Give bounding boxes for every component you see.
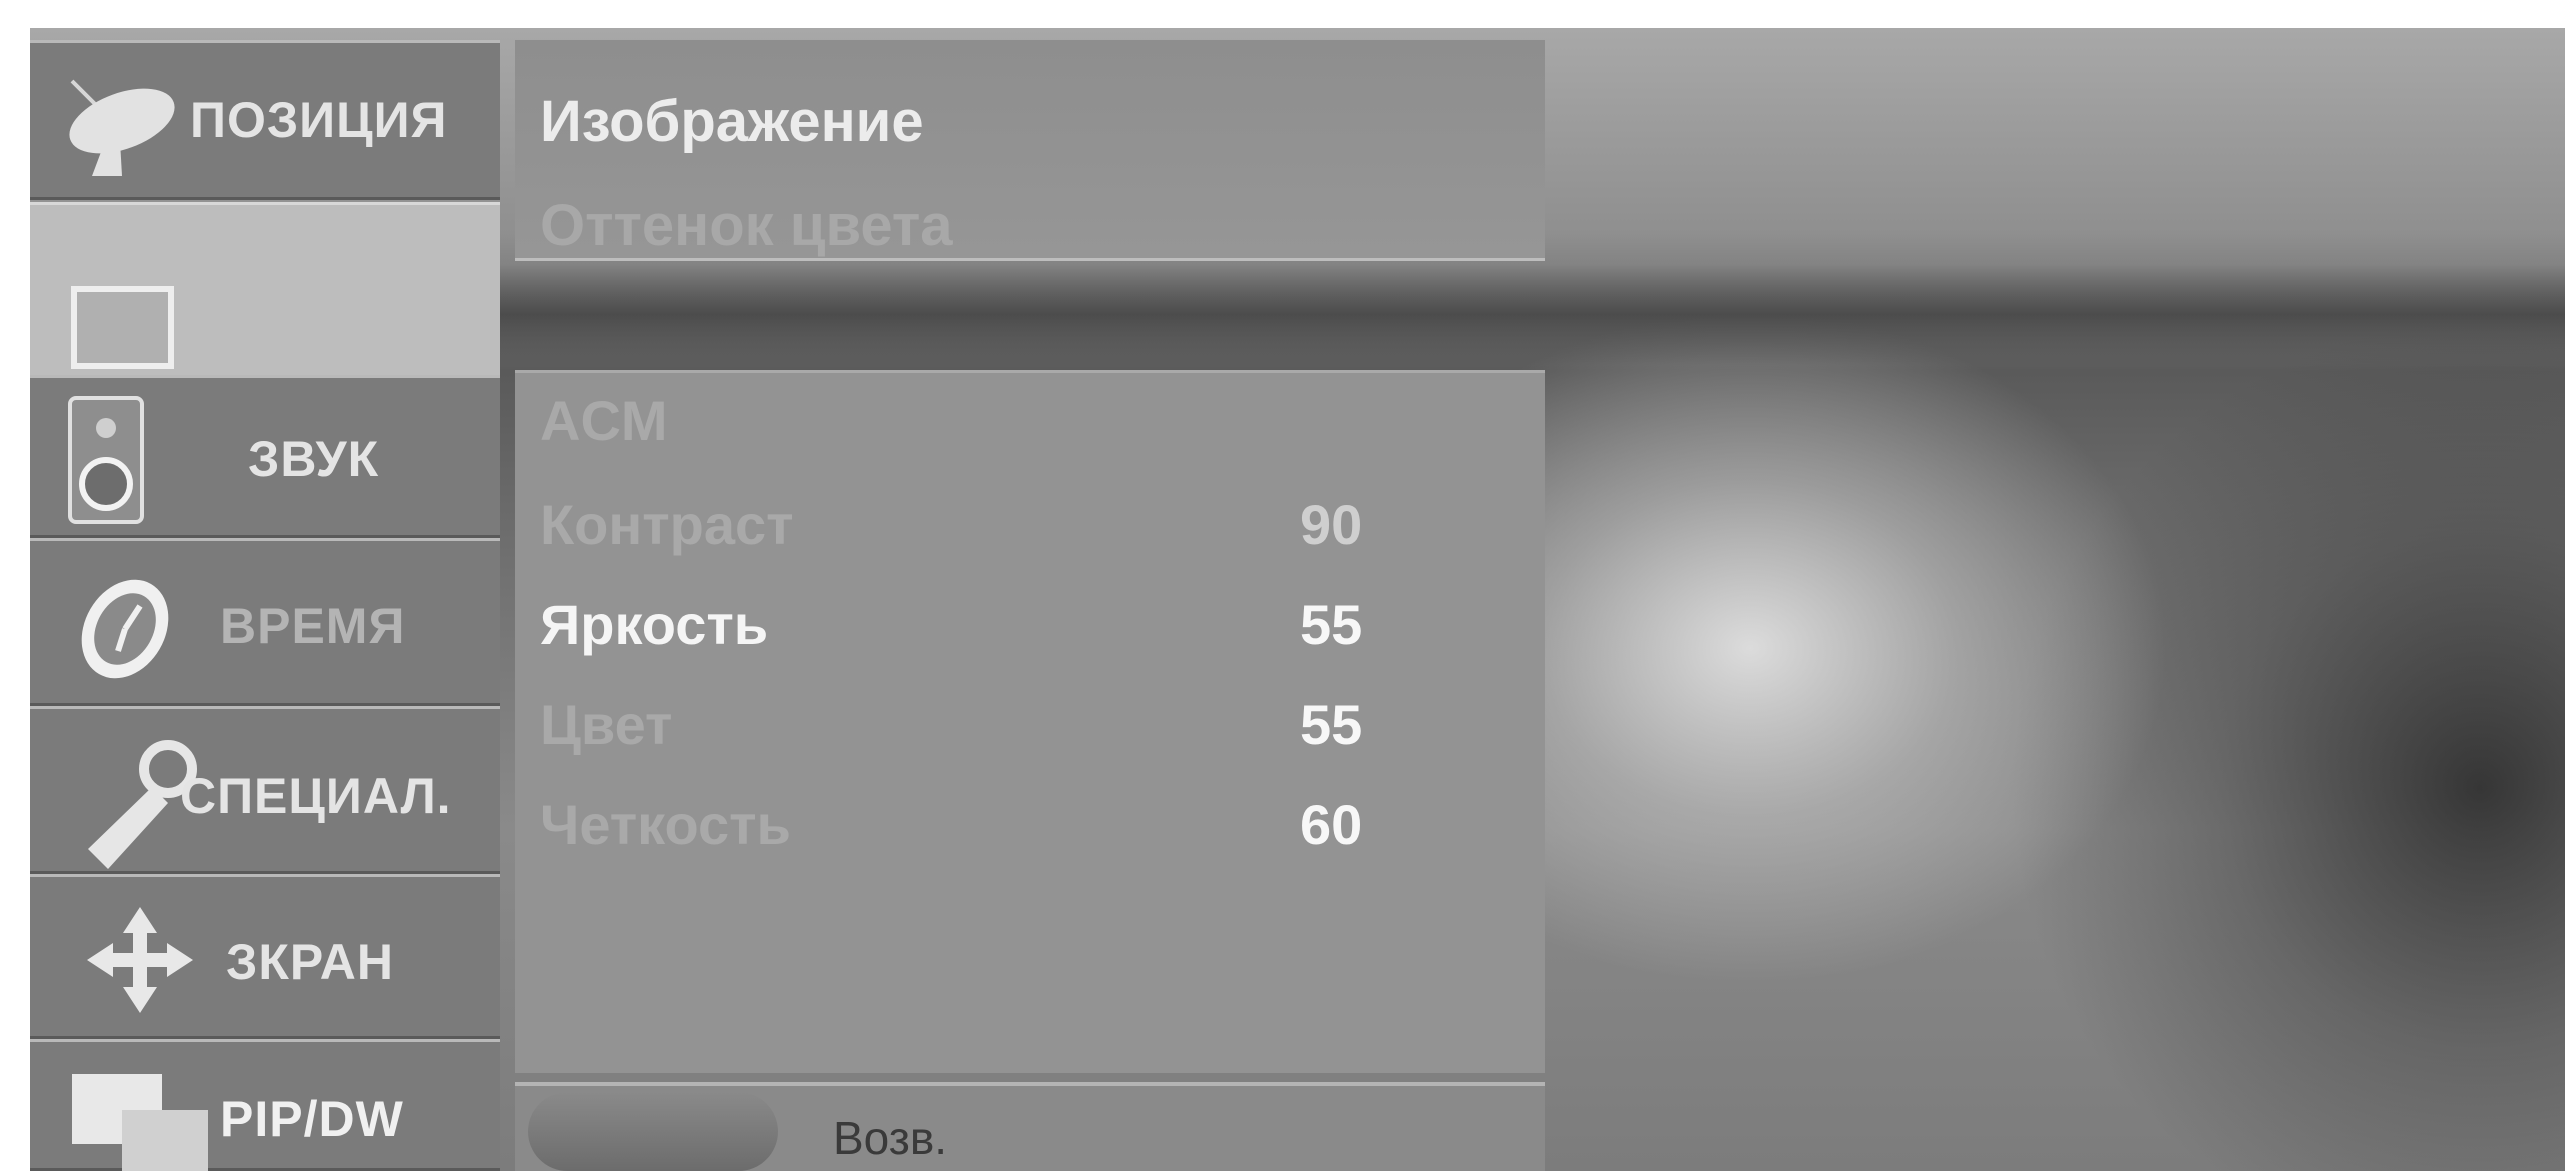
speaker-icon [68, 396, 144, 524]
sidebar-item-special[interactable]: СПЕЦИАЛ. [30, 706, 500, 874]
sidebar-item-label: PIP/DW [220, 1091, 404, 1147]
menu-item-brightness[interactable]: Яркость [540, 592, 768, 657]
sidebar-item-label: ВРЕМЯ [220, 598, 406, 654]
sidebar-item-pip[interactable]: PIP/DW [30, 1039, 500, 1171]
color-value: 55 [1300, 693, 1363, 756]
menu-item-color-tone[interactable]: Оттенок цвета [540, 192, 953, 259]
picture-icon [71, 286, 174, 369]
satellite-dish-icon [69, 79, 175, 176]
clock-icon [81, 579, 169, 679]
sidebar-item-label: СПЕЦИАЛ. [180, 768, 452, 824]
back-button[interactable] [528, 1092, 778, 1171]
move-arrows-icon [87, 907, 193, 1013]
sidebar-item-label: ПОЗИЦИЯ [190, 92, 448, 148]
sidebar-item-label: ЗВУК [248, 431, 380, 487]
sidebar-item-sound[interactable]: ЗВУК [30, 375, 500, 538]
sidebar: ПОЗИЦИЯ ЗВУК ВРЕМЯ СПЕЦИАЛ. ЗКРАН PIP/DW [30, 40, 500, 1171]
menu-item-contrast[interactable]: Контраст [540, 492, 794, 557]
menu-item-color[interactable]: Цвет [540, 692, 672, 757]
pip-icon [72, 1074, 208, 1171]
sidebar-item-time[interactable]: ВРЕМЯ [30, 538, 500, 706]
menu-item-acm[interactable]: ACM [540, 388, 668, 453]
contrast-value: 90 [1300, 493, 1363, 556]
sidebar-item-screen[interactable]: ЗКРАН [30, 874, 500, 1039]
back-label: Возв. [833, 1112, 948, 1164]
menu-item-sharpness[interactable]: Четкость [540, 792, 791, 857]
sidebar-item-label: ЗКРАН [226, 934, 395, 990]
brightness-value: 55 [1300, 593, 1363, 656]
sharpness-value: 60 [1300, 793, 1363, 856]
sidebar-item-position[interactable]: ПОЗИЦИЯ [30, 40, 500, 200]
tv-osd-screen: ПОЗИЦИЯ ЗВУК ВРЕМЯ СПЕЦИАЛ. ЗКРАН PIP/DW… [0, 0, 2565, 1171]
menu-title: Изображение [540, 89, 924, 154]
